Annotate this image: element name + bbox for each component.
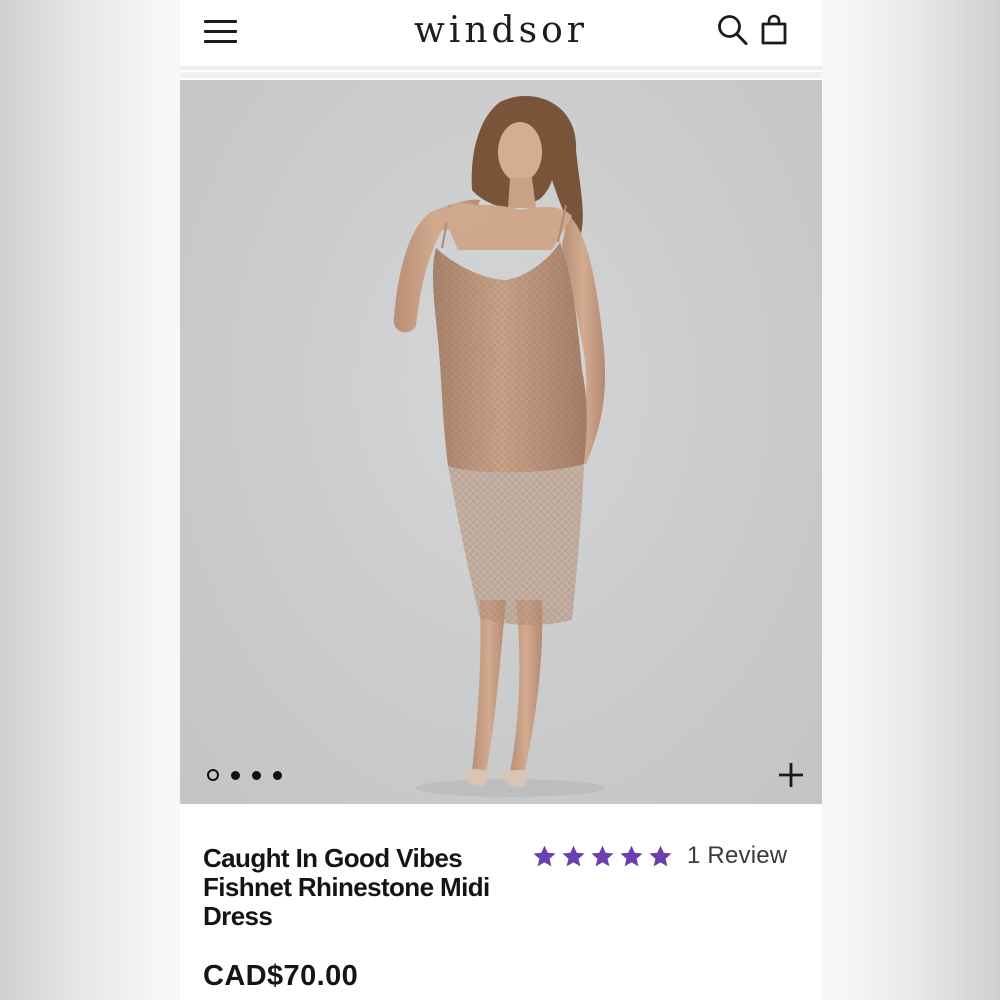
star-icon (620, 845, 643, 866)
star-icon (562, 845, 585, 866)
zoom-button[interactable] (776, 760, 806, 790)
gallery-dot-3[interactable] (252, 770, 261, 780)
product-price: CAD$70.00 (203, 960, 359, 992)
search-icon (718, 15, 748, 45)
search-button[interactable] (716, 12, 750, 48)
cart-button[interactable] (758, 12, 792, 48)
gallery-dot-4[interactable] (273, 770, 282, 780)
product-rating[interactable]: 1 Review (532, 842, 787, 870)
plus-icon (779, 763, 803, 787)
star-icon (591, 845, 614, 866)
product-photo (393, 96, 606, 797)
product-page: windsor Caught In Good Vibes Fishnet Rhi… (180, 0, 822, 1000)
gallery-dot-2[interactable] (231, 770, 240, 780)
shopping-bag-icon (761, 14, 787, 45)
gallery-dot-1[interactable] (207, 769, 219, 781)
review-count-link[interactable]: 1 Review (687, 842, 787, 870)
rating-stars (532, 844, 673, 869)
product-title: Caught In Good Vibes Fishnet Rhinestone … (203, 843, 490, 931)
header-divider (180, 72, 822, 78)
gallery-pagination (207, 768, 282, 782)
site-header: windsor (180, 0, 822, 70)
star-icon (649, 845, 672, 866)
product-info: Caught In Good Vibes Fishnet Rhinestone … (180, 804, 822, 1000)
product-image-gallery[interactable] (180, 80, 822, 804)
star-icon (533, 845, 556, 866)
